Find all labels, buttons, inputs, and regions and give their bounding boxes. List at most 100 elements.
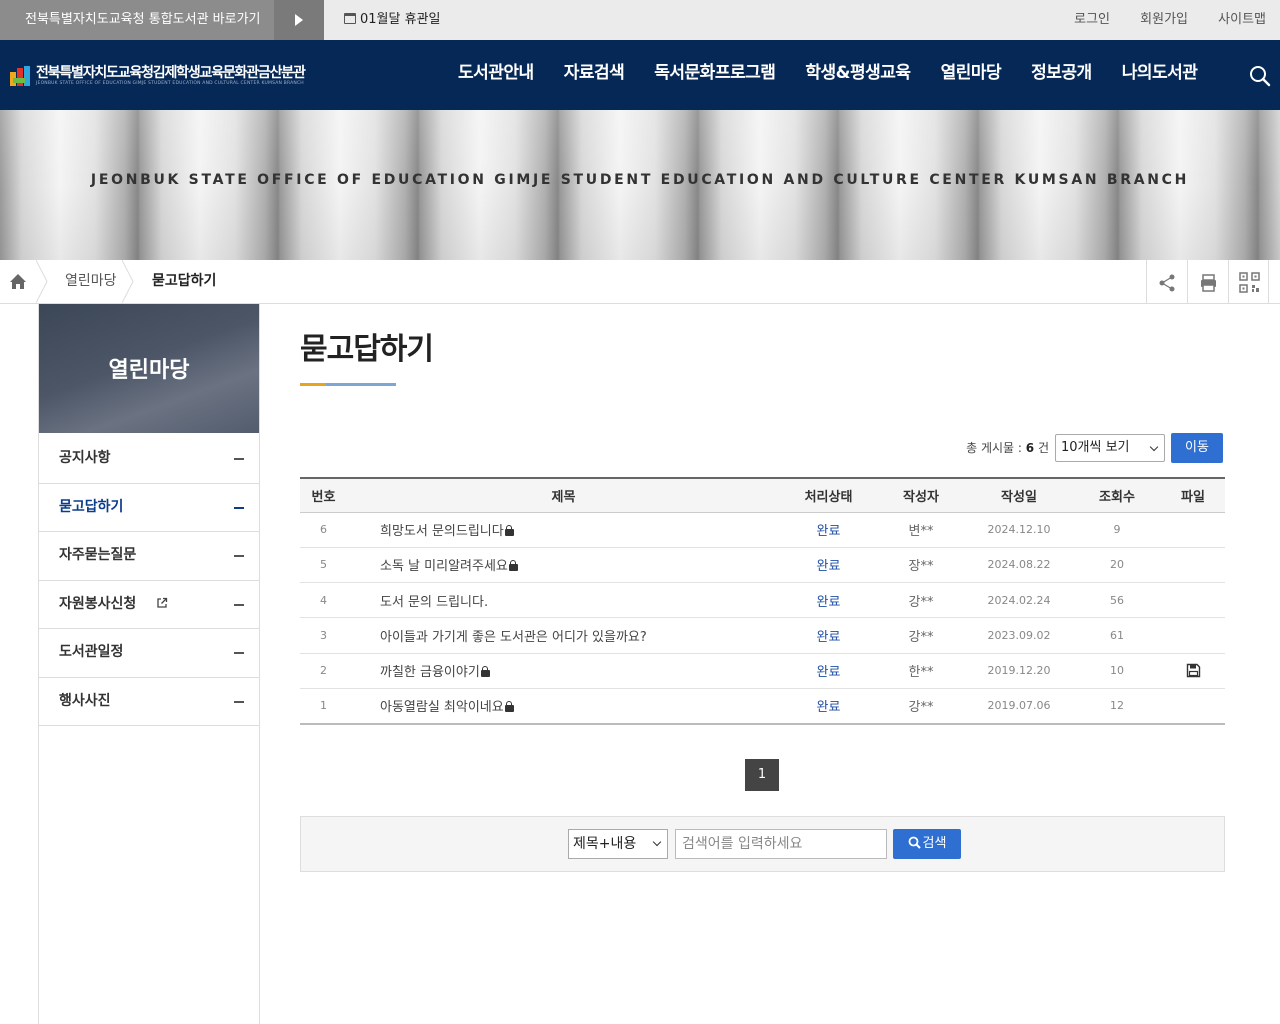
share-icon[interactable] [1146, 260, 1187, 303]
sidebar-item-label: 도서관일정 [59, 644, 124, 660]
join-link[interactable]: 회원가입 [1140, 12, 1188, 27]
closed-day-label: 01월달 휴관일 [360, 12, 441, 27]
table-row[interactable]: 4 도서 문의 드립니다. 완료 강** 2024.02.24 56 [300, 582, 1225, 619]
sidebar-menu: 공지사항 묻고답하기 자주묻는질문 자원봉사신청 도서관일정 행사사진 [39, 433, 259, 726]
post-title-link[interactable]: 아동열람실 최악이네요 [347, 688, 780, 725]
sidebar-item-schedule[interactable]: 도서관일정 [39, 629, 259, 678]
post-title-link[interactable]: 도서 문의 드립니다. [347, 582, 780, 619]
qr-code-icon[interactable] [1228, 260, 1269, 303]
post-title-link[interactable]: 까칠한 금융이야기 [347, 653, 780, 689]
total-count-value: 6 [1025, 441, 1035, 455]
title-underline [300, 383, 396, 386]
nav-material-search[interactable]: 자료검색 [549, 40, 640, 110]
top-utility-bar: 전북특별자치도교육청 통합도서관 바로가기 01월달 휴관일 로그인 회원가입 … [0, 0, 1280, 40]
logo-title: 전북특별자치도교육청김제학생교육문화관금산분관 [36, 65, 306, 81]
sidebar-item-label: 공지사항 [59, 450, 111, 466]
board-toolbar: 총 게시물 : 6 건 10개씩 보기 이동 [300, 432, 1225, 464]
post-title-link[interactable]: 희망도서 문의드립니다 [347, 512, 780, 548]
nav-my-library[interactable]: 나의도서관 [1107, 40, 1213, 110]
play-arrow-icon[interactable] [274, 0, 324, 40]
sidebar-item-label: 자원봉사신청 [59, 595, 137, 612]
board-search: 제목+내용 검색 [300, 816, 1225, 872]
search-button[interactable]: 검색 [893, 829, 961, 859]
row-number: 3 [300, 617, 347, 654]
post-views: 9 [1073, 512, 1161, 548]
page-title: 묻고답하기 [300, 332, 434, 367]
post-writer: 강** [877, 688, 965, 725]
row-number: 1 [300, 688, 347, 725]
breadcrumb: 열린마당 묻고답하기 [0, 259, 1280, 304]
row-number: 5 [300, 547, 347, 584]
sitemap-link[interactable]: 사이트맵 [1218, 12, 1266, 27]
closed-day-notice[interactable]: 01월달 휴관일 [344, 0, 440, 40]
post-views: 61 [1073, 617, 1161, 654]
nav-education[interactable]: 학생&평생교육 [790, 40, 925, 110]
logo-subtitle: JEONBUK STATE OFFICE OF EDUCATION GIMJE … [36, 81, 304, 86]
table-row[interactable]: 3 아이들과 가기게 좋은 도서관은 어디가 있을까요? 완료 강** 2023… [300, 617, 1225, 654]
board-table: 번호 제목 처리상태 작성자 작성일 조회수 파일 6 희망도서 문의드립니다 … [300, 477, 1225, 725]
minus-icon [234, 652, 244, 654]
post-views: 12 [1073, 688, 1161, 725]
login-link[interactable]: 로그인 [1074, 12, 1110, 27]
nav-info-disclosure[interactable]: 정보공개 [1016, 40, 1107, 110]
floppy-disk-icon[interactable] [1186, 663, 1201, 679]
table-row[interactable]: 2 까칠한 금융이야기 완료 한** 2019.12.20 10 [300, 653, 1225, 689]
post-file [1161, 617, 1225, 654]
post-title-link[interactable]: 아이들과 가기게 좋은 도서관은 어디가 있을까요? [347, 617, 780, 654]
search-input[interactable] [675, 829, 887, 859]
post-title-link[interactable]: 소독 날 미리알려주세요 [347, 547, 780, 584]
search-icon[interactable] [1248, 64, 1272, 88]
sidebar-item-qna[interactable]: 묻고답하기 [39, 484, 259, 532]
status-badge: 완료 [780, 617, 877, 654]
post-date: 2019.07.06 [965, 688, 1073, 725]
left-sidebar: 열린마당 공지사항 묻고답하기 자주묻는질문 자원봉사신청 도서관일정 행사사진 [38, 304, 260, 1024]
breadcrumb-open-square[interactable]: 열린마당 [65, 260, 117, 303]
site-logo[interactable]: 전북특별자치도교육청김제학생교육문화관금산분관 JEONBUK STATE OF… [10, 62, 320, 90]
lock-icon [508, 560, 518, 572]
row-number: 2 [300, 653, 347, 689]
column-header: 제목 [347, 478, 780, 513]
post-file [1161, 512, 1225, 548]
table-row[interactable]: 1 아동열람실 최악이네요 완료 강** 2019.07.06 12 [300, 688, 1225, 725]
per-page-select[interactable]: 10개씩 보기 [1055, 434, 1165, 462]
post-date: 2019.12.20 [965, 653, 1073, 689]
nav-library-info[interactable]: 도서관안내 [443, 40, 549, 110]
nav-reading-program[interactable]: 독서문화프로그램 [639, 40, 790, 110]
column-header: 파일 [1161, 478, 1225, 513]
column-header: 작성일 [965, 478, 1073, 513]
post-writer: 강** [877, 617, 965, 654]
integrated-library-link[interactable]: 전북특별자치도교육청 통합도서관 바로가기 [0, 0, 274, 40]
post-file [1161, 582, 1225, 619]
post-writer: 한** [877, 653, 965, 689]
sidebar-item-volunteer[interactable]: 자원봉사신청 [39, 581, 259, 629]
search-field-select[interactable]: 제목+내용 [568, 829, 668, 859]
post-writer: 변** [877, 512, 965, 548]
nav-open-square[interactable]: 열린마당 [926, 40, 1017, 110]
go-button[interactable]: 이동 [1171, 433, 1223, 463]
post-date: 2024.02.24 [965, 582, 1073, 619]
status-badge: 완료 [780, 653, 877, 689]
lock-icon [480, 666, 490, 678]
chevron-down-icon [652, 837, 662, 847]
calendar-icon [344, 13, 356, 24]
search-icon [908, 836, 921, 849]
post-views: 20 [1073, 547, 1161, 584]
sidebar-item-photos[interactable]: 행사사진 [39, 678, 259, 726]
table-row[interactable]: 5 소독 날 미리알려주세요 완료 장** 2024.08.22 20 [300, 547, 1225, 584]
post-file [1161, 547, 1225, 584]
print-icon[interactable] [1187, 260, 1228, 303]
sidebar-title: 열린마당 [108, 358, 190, 383]
sidebar-item-faq[interactable]: 자주묻는질문 [39, 532, 259, 581]
minus-icon [234, 458, 244, 460]
sidebar-item-label: 묻고답하기 [59, 498, 124, 515]
minus-icon [234, 700, 244, 703]
util-links: 로그인 회원가입 사이트맵 [1048, 0, 1266, 40]
page-number-current[interactable]: 1 [745, 759, 779, 791]
main-navigation: 도서관안내 자료검색 독서문화프로그램 학생&평생교육 열린마당 정보공개 나의… [443, 40, 1212, 110]
home-icon[interactable] [0, 260, 36, 303]
row-number: 4 [300, 582, 347, 619]
post-date: 2023.09.02 [965, 617, 1073, 654]
table-row[interactable]: 6 희망도서 문의드립니다 완료 변** 2024.12.10 9 [300, 512, 1225, 548]
column-header: 번호 [300, 478, 347, 513]
sidebar-item-notice[interactable]: 공지사항 [39, 435, 259, 484]
